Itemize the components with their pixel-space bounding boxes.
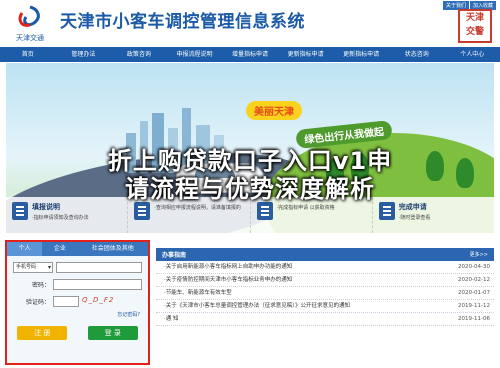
guide-item-date: 2020-01-07 xyxy=(458,290,490,296)
guide-item-title[interactable]: ·通 知 xyxy=(164,313,179,325)
tab-personal[interactable]: 个人 xyxy=(7,242,43,256)
nav-status[interactable]: 状态咨询 xyxy=(389,47,445,62)
notice-desc: ·指标申请须知及查询办法 xyxy=(32,215,89,221)
nav-policy[interactable]: 政策咨询 xyxy=(111,47,167,62)
overlay-headline-line1: 折上购贷款口子入口v1申 xyxy=(107,147,393,175)
nav-renew-quota-2[interactable]: 更新指标申请 xyxy=(333,47,389,62)
captcha-image[interactable]: Q_D_F2 xyxy=(82,296,118,307)
guide-item-title[interactable]: ·关于疫情防控期间天津市小客车指标业务申办的通知 xyxy=(164,274,292,286)
guide-item-date: 2020-04-30 xyxy=(458,264,490,270)
nav-process[interactable]: 申报流程说明 xyxy=(167,47,223,62)
nav-new-quota[interactable]: 增量指标申请 xyxy=(222,47,278,62)
guide-title: 办事指南 xyxy=(162,252,187,259)
guide-item-date: 2019-11-06 xyxy=(458,316,490,322)
document-icon xyxy=(12,202,28,220)
list-item[interactable]: ·关于启用新能源小客车指标网上自助申办功能的通知 2020-04-30 xyxy=(156,261,494,274)
guide-item-date: 2020-02-12 xyxy=(458,277,490,283)
guide-header: 办事指南 更多>> xyxy=(156,248,494,261)
service-guide: 办事指南 更多>> ·关于启用新能源小客车指标网上自助申办功能的通知 2020-… xyxy=(156,248,494,368)
id-type-select[interactable]: 手机号码 xyxy=(13,261,53,273)
forgot-password-link[interactable]: 忘记密码? xyxy=(7,311,140,318)
captcha-label: 验证码： xyxy=(25,298,50,306)
notice-desc: ·随时登录查看 xyxy=(398,215,431,221)
list-item[interactable]: ·节能车、新能源车有效车型 2020-01-07 xyxy=(156,287,494,300)
login-captcha-row: 验证码： Q_D_F2 xyxy=(13,295,142,307)
notice-desc: ·完成指标申请 以获取资格 xyxy=(276,205,335,211)
traffic-police-seal[interactable]: 天津 交警 xyxy=(458,9,492,43)
guide-item-title[interactable]: ·关于启用新能源小客车指标网上自助申办功能的通知 xyxy=(164,261,292,273)
guide-item-title[interactable]: ·关于《天津市小客车总量调控管理办法（征求意见稿）》公开征求意见的通知 xyxy=(164,300,350,312)
overlay-headline-line2: 请流程与优势深度解析 xyxy=(125,175,375,203)
site-header: 天津交通 天津市小客车调控管理信息系统 关于我们 加入收藏 天津 交警 xyxy=(0,0,500,46)
document-icon xyxy=(134,202,151,220)
list-item[interactable]: ·通 知 2019-11-06 xyxy=(156,313,494,326)
site-title: 天津市小客车调控管理信息系统 xyxy=(60,12,305,32)
login-password-row: 密码： xyxy=(13,278,142,290)
tab-organization[interactable]: 社会团体及其他 xyxy=(78,242,149,256)
nav-regulations[interactable]: 管理办法 xyxy=(56,47,112,62)
list-item[interactable]: ·关于疫情防控期间天津市小客车指标业务申办的通知 2020-02-12 xyxy=(156,274,494,287)
checklist-icon xyxy=(378,202,395,220)
login-id-row: 手机号码 xyxy=(13,261,142,273)
guide-list: ·关于启用新能源小客车指标网上自助申办功能的通知 2020-04-30 ·关于疫… xyxy=(156,261,494,326)
tianjin-traffic-logo[interactable]: 天津交通 xyxy=(8,3,52,43)
nav-personal-center[interactable]: 个人中心 xyxy=(445,47,500,62)
phone-input[interactable] xyxy=(56,261,142,273)
login-buttons: 注 册 登 录 xyxy=(7,326,148,340)
main-nav: 首页 管理办法 政策咨询 申报流程说明 增量指标申请 更新指标申请 更新指标申请… xyxy=(0,47,500,62)
nav-renew-quota[interactable]: 更新指标申请 xyxy=(278,47,334,62)
guide-more-link[interactable]: 更多>> xyxy=(470,251,488,258)
banner-slogan-beautiful-tianjin: 美丽天津 xyxy=(246,101,302,120)
guide-item-date: 2019-11-12 xyxy=(458,303,490,309)
captcha-input[interactable] xyxy=(53,295,79,307)
logo-text: 天津交通 xyxy=(16,33,44,42)
login-panel: 个人 企业 社会团体及其他 手机号码 密码： 验证码： Q_D_F2 忘记密码?… xyxy=(5,240,150,365)
guide-item-title[interactable]: ·节能车、新能源车有效车型 xyxy=(164,287,232,299)
password-label: 密码： xyxy=(31,281,50,289)
overlay-headline: 折上购贷款口子入口v1申 请流程与优势深度解析 xyxy=(0,146,500,204)
document-icon xyxy=(256,202,273,220)
login-button[interactable]: 登 录 xyxy=(87,326,138,340)
notice-desc: ·查询相应申报流程说明，请准备填报的 xyxy=(154,205,241,211)
login-tabs: 个人 企业 社会团体及其他 xyxy=(7,242,148,256)
password-input[interactable] xyxy=(53,278,142,290)
register-button[interactable]: 注 册 xyxy=(17,326,68,340)
list-item[interactable]: ·关于《天津市小客车总量调控管理办法（征求意见稿）》公开征求意见的通知 2019… xyxy=(156,300,494,313)
tab-enterprise[interactable]: 企业 xyxy=(42,242,77,256)
nav-home[interactable]: 首页 xyxy=(0,47,56,62)
